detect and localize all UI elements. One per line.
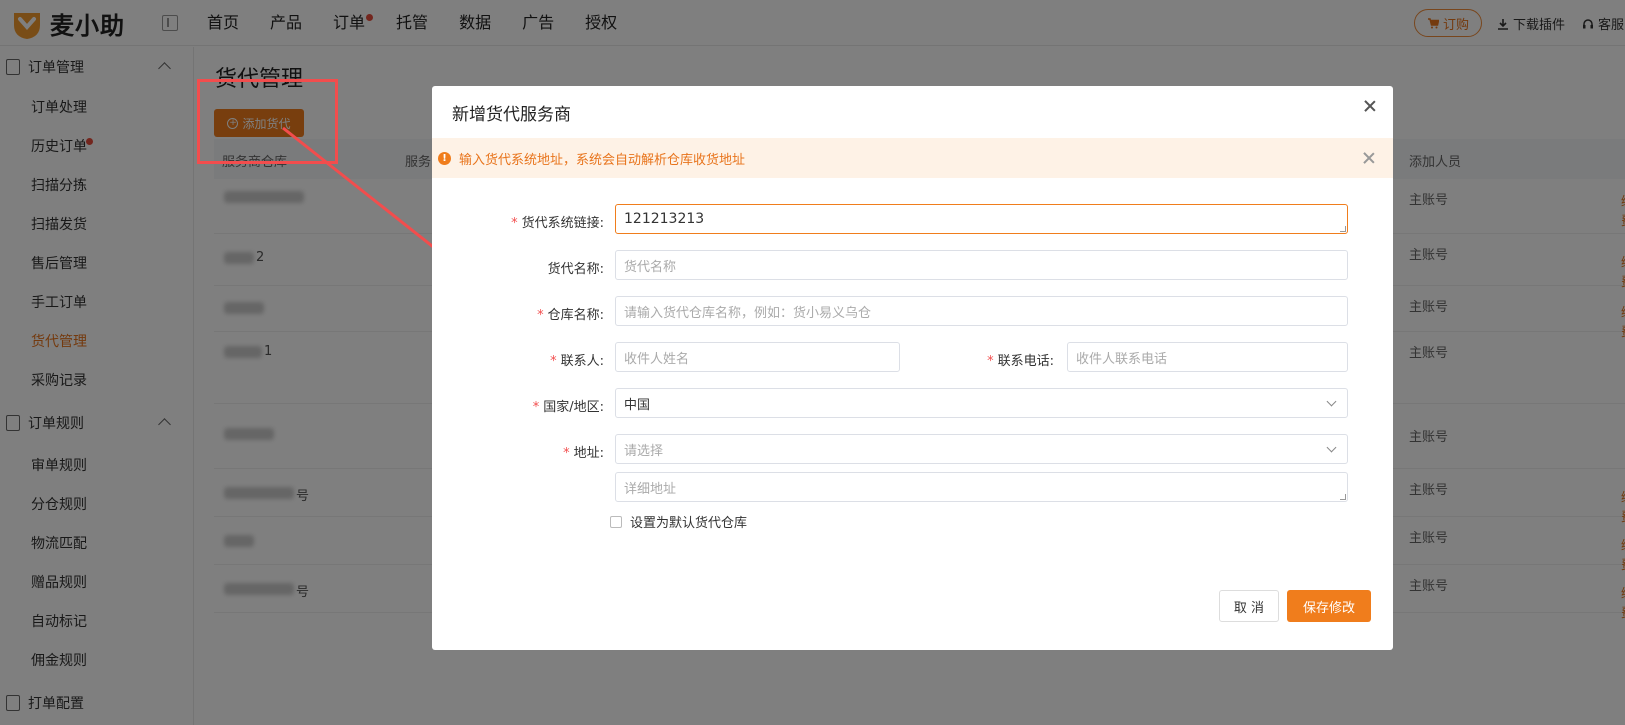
- system-link-label: * 货代系统链接:: [511, 216, 604, 231]
- alert-close-icon[interactable]: [1362, 151, 1376, 165]
- contact-input[interactable]: 收件人姓名: [615, 342, 900, 372]
- address-region-select[interactable]: 请选择: [615, 434, 1348, 464]
- forwarder-name-label: 货代名称:: [547, 262, 604, 277]
- info-icon: !: [438, 151, 451, 165]
- default-warehouse-option[interactable]: 设置为默认货代仓库: [610, 512, 747, 531]
- chevron-down-icon: [1326, 442, 1337, 453]
- save-button[interactable]: 保存修改: [1287, 590, 1371, 622]
- country-value: 中国: [624, 397, 651, 413]
- contact-label-text: 联系人:: [560, 354, 604, 369]
- address-placeholder: 请选择: [624, 443, 664, 459]
- contact-label: * 联系人:: [550, 354, 604, 369]
- forwarder-name-input[interactable]: 货代名称: [615, 250, 1348, 280]
- default-warehouse-checkbox[interactable]: [610, 515, 622, 528]
- contact-placeholder: 收件人姓名: [624, 351, 690, 367]
- country-label: * 国家/地区:: [532, 400, 604, 415]
- address-label-text: 地址:: [573, 446, 604, 461]
- warehouse-name-label-text: 仓库名称:: [547, 308, 604, 323]
- system-link-label-text: 货代系统链接:: [521, 216, 604, 231]
- add-forwarder-dialog: 新增货代服务商 ! 输入货代系统地址，系统会自动解析仓库收货地址 * 货代系统链接…: [432, 86, 1393, 650]
- resize-handle[interactable]: [1340, 494, 1346, 500]
- cancel-button[interactable]: 取 消: [1219, 590, 1279, 622]
- phone-placeholder: 收件人联系电话: [1076, 351, 1168, 367]
- phone-label: * 联系电话:: [987, 354, 1054, 369]
- system-link-input[interactable]: 121213213: [615, 204, 1348, 234]
- dialog-title: 新增货代服务商: [452, 105, 571, 125]
- warehouse-name-label: * 仓库名称:: [537, 308, 604, 323]
- country-label-text: 国家/地区:: [543, 400, 604, 415]
- detail-address-textarea[interactable]: 详细地址: [615, 472, 1348, 502]
- address-label: * 地址:: [563, 446, 604, 461]
- chevron-down-icon: [1326, 396, 1337, 407]
- alert-text: 输入货代系统地址，系统会自动解析仓库收货地址: [459, 152, 746, 168]
- resize-handle[interactable]: [1340, 226, 1346, 232]
- country-select[interactable]: 中国: [615, 388, 1348, 418]
- phone-input[interactable]: 收件人联系电话: [1067, 342, 1348, 372]
- forwarder-name-placeholder: 货代名称: [624, 259, 677, 275]
- system-link-value: 121213213: [624, 211, 705, 227]
- warehouse-name-placeholder: 请输入货代仓库名称，例如：货小易义乌仓: [624, 305, 872, 321]
- info-alert: ! 输入货代系统地址，系统会自动解析仓库收货地址: [432, 138, 1393, 178]
- default-warehouse-label: 设置为默认货代仓库: [630, 516, 748, 531]
- phone-label-text: 联系电话:: [997, 354, 1054, 369]
- detail-address-placeholder: 详细地址: [624, 481, 677, 497]
- warehouse-name-input[interactable]: 请输入货代仓库名称，例如：货小易义乌仓: [615, 296, 1348, 326]
- close-icon[interactable]: [1363, 99, 1377, 113]
